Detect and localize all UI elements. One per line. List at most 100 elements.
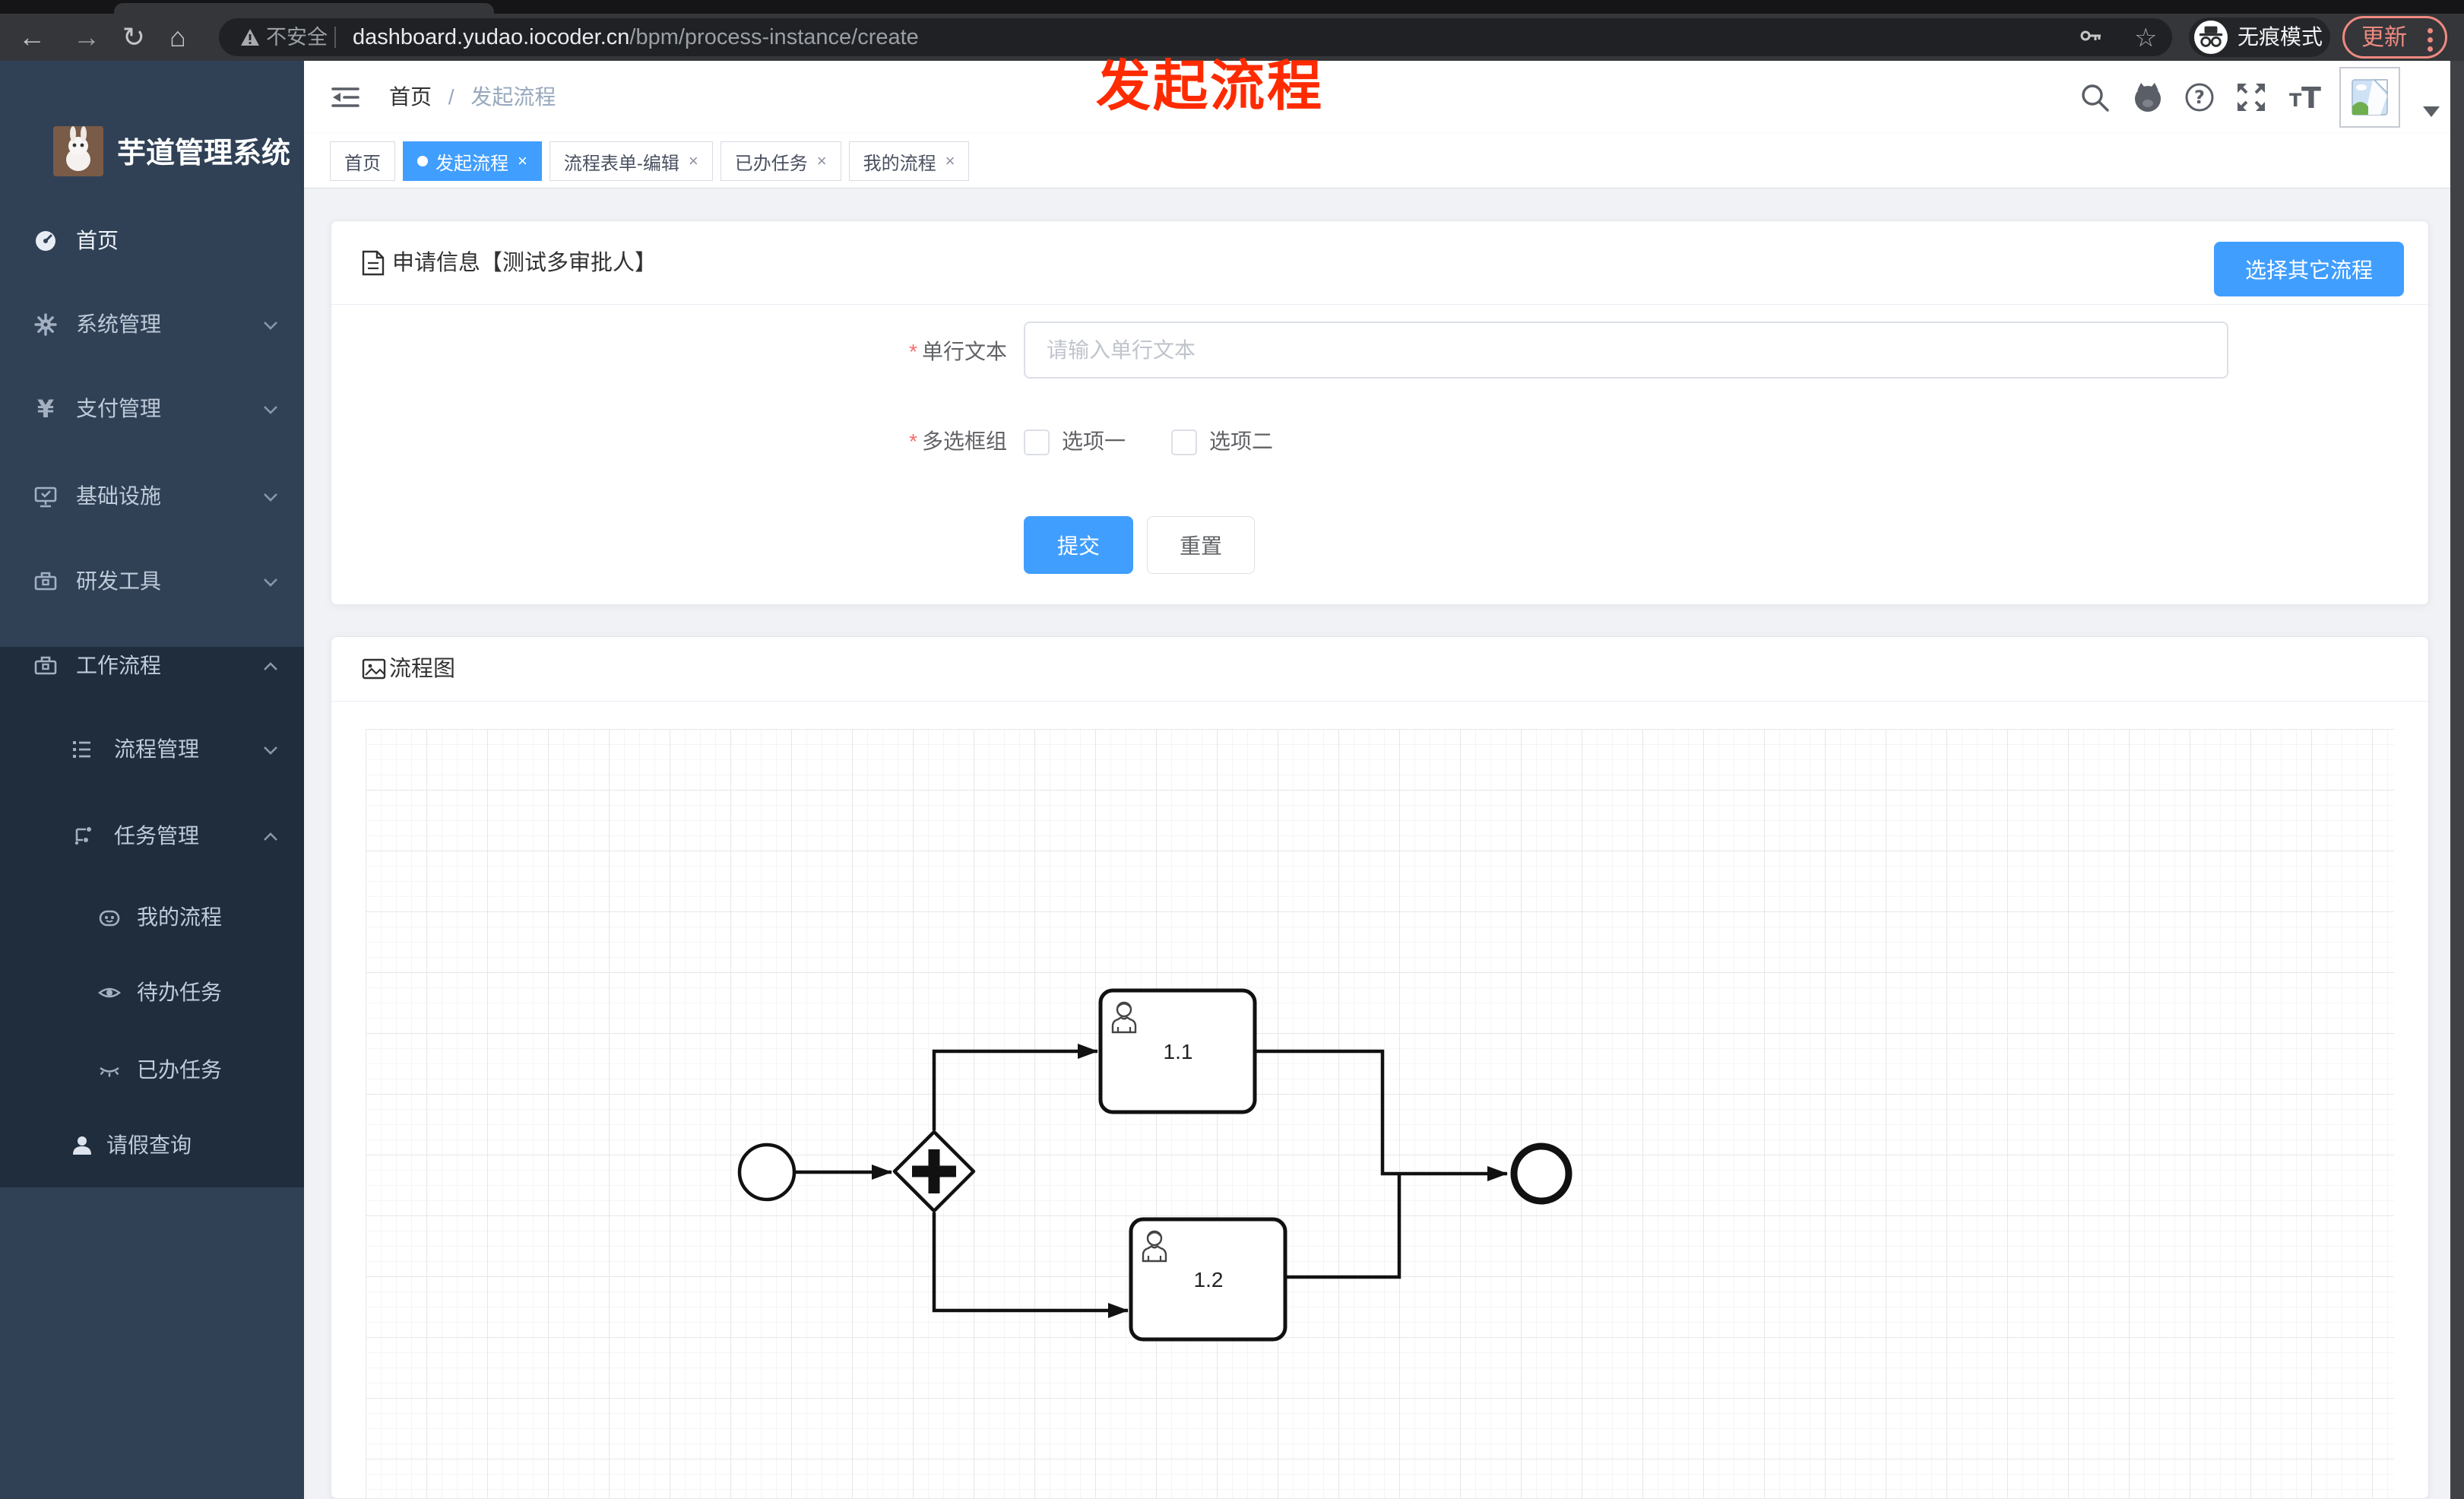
avatar[interactable]	[2339, 67, 2400, 128]
single-line-text-input-wrap	[1024, 322, 2228, 379]
close-icon[interactable]: ×	[518, 151, 527, 171]
svg-text:¥: ¥	[37, 397, 54, 421]
annotation-text: 发起流程	[1096, 56, 1325, 117]
incognito-badge: 无痕模式	[2189, 17, 2330, 57]
chevron-down-icon	[264, 578, 277, 587]
browser-active-tab[interactable]	[114, 3, 494, 14]
bpmn-canvas[interactable]: 1.1 1.2	[366, 729, 2394, 1498]
github-icon[interactable]	[2131, 81, 2165, 114]
app-navbar: 首页 / 发起流程 ? T T	[304, 61, 2464, 134]
sidebar-collapse-icon[interactable]	[331, 84, 360, 110]
browser-tabstrip	[0, 0, 2464, 14]
font-size-icon[interactable]: T T	[2288, 81, 2321, 114]
sidebar-item-infra[interactable]: 基础设施	[0, 455, 304, 538]
flow-icon	[74, 827, 91, 845]
reset-button[interactable]: 重置	[1147, 516, 1255, 574]
url-text[interactable]: dashboard.yudao.iocoder.cn/bpm/process-i…	[353, 18, 919, 56]
reload-icon[interactable]: ↻	[116, 19, 152, 55]
question-icon[interactable]: ?	[2183, 81, 2216, 114]
tag-done-task[interactable]: 已办任务 ×	[720, 141, 841, 181]
eye-open-icon	[98, 987, 121, 998]
security-label[interactable]: 不安全	[266, 18, 328, 56]
bookmark-star-icon[interactable]: ☆	[2134, 18, 2157, 56]
parallel-gateway[interactable]	[892, 1130, 976, 1213]
single-line-text-input[interactable]	[1047, 323, 2187, 377]
toolbox-icon	[34, 656, 57, 675]
chevron-up-icon	[264, 832, 277, 841]
sidebar-item-my-process[interactable]: 我的流程	[0, 876, 304, 959]
user-icon	[73, 1136, 91, 1155]
checkbox-label-option-1[interactable]: 选项一	[1062, 419, 1126, 464]
tag-form-edit[interactable]: 流程表单-编辑 ×	[549, 141, 713, 181]
sidebar-item-payment[interactable]: ¥ 支付管理	[0, 367, 304, 451]
back-icon[interactable]: ←	[14, 19, 50, 55]
flow-task1-end	[1255, 1049, 1508, 1181]
process-diagram-card: 流程图 1.1 1.2	[331, 636, 2429, 1499]
user-task-1-2[interactable]: 1.2	[1129, 1217, 1287, 1342]
face-icon	[99, 910, 120, 927]
sidebar-item-home[interactable]: 首页	[0, 199, 304, 283]
flow-gateway-task1	[932, 1044, 1098, 1130]
tag-create-process[interactable]: 发起流程 ×	[403, 141, 542, 181]
start-event[interactable]	[737, 1142, 797, 1202]
sidebar-item-task-mgmt[interactable]: 任务管理	[0, 794, 304, 878]
bpmn-diagram: 1.1 1.2	[737, 988, 1572, 1342]
active-dot-icon	[417, 156, 428, 166]
checkbox-option-1[interactable]	[1024, 429, 1050, 455]
home-icon[interactable]: ⌂	[160, 19, 196, 55]
urlbar-divider	[334, 27, 336, 48]
end-event[interactable]	[1510, 1142, 1572, 1205]
breadcrumb-home[interactable]: 首页	[389, 85, 432, 109]
field-label-text: * 单行文本	[909, 340, 1007, 363]
breadcrumb: 首页 / 发起流程	[389, 85, 556, 109]
forward-icon[interactable]: →	[68, 19, 105, 55]
app-logo-row[interactable]: 芋道管理系统	[0, 126, 304, 187]
monitor-icon	[34, 486, 57, 508]
document-icon	[362, 250, 385, 276]
avatar-dropdown-caret[interactable]	[2423, 106, 2440, 117]
card-title: 流程图	[389, 657, 456, 681]
tags-view-bar: 首页 发起流程 × 流程表单-编辑 × 已办任务 × 我的流程 ×	[304, 134, 2464, 189]
sidebar-item-workflow[interactable]: 工作流程	[0, 624, 304, 708]
task-label: 1.2	[1194, 1268, 1224, 1291]
sidebar-item-todo-task[interactable]: 待办任务	[0, 951, 304, 1035]
password-key-icon[interactable]	[2079, 27, 2102, 48]
close-icon[interactable]: ×	[689, 151, 698, 171]
submit-button[interactable]: 提交	[1024, 516, 1133, 574]
required-marker: *	[909, 429, 917, 453]
svg-text:?: ?	[2194, 87, 2205, 108]
sidebar-item-done-task[interactable]: 已办任务	[0, 1028, 304, 1112]
close-icon[interactable]: ×	[945, 151, 955, 171]
incognito-label: 无痕模式	[2238, 25, 2323, 49]
user-task-1-1[interactable]: 1.1	[1098, 988, 1257, 1114]
sidebar-item-process-mgmt[interactable]: 流程管理	[0, 708, 304, 791]
close-icon[interactable]: ×	[817, 151, 827, 171]
checkbox-option-2[interactable]	[1171, 429, 1197, 455]
task-label: 1.1	[1164, 1040, 1193, 1063]
choose-other-process-button[interactable]: 选择其它流程	[2213, 242, 2404, 296]
tree-list-icon	[73, 741, 90, 758]
fullscreen-icon[interactable]	[2234, 81, 2268, 114]
incognito-icon	[2194, 21, 2228, 54]
card-title: 申请信息【测试多审批人】	[392, 251, 657, 275]
eye-closed-icon	[100, 1067, 119, 1077]
sidebar-item-devtools[interactable]: 研发工具	[0, 540, 304, 623]
breadcrumb-current: 发起流程	[470, 85, 556, 109]
browser-menu-icon[interactable]	[2428, 28, 2433, 52]
tag-my-process[interactable]: 我的流程 ×	[848, 141, 970, 181]
broken-image-icon	[2352, 79, 2388, 116]
flow-gateway-task2	[932, 1212, 1129, 1318]
checkbox-label-option-2[interactable]: 选项二	[1209, 419, 1273, 464]
sidebar-item-leave-query[interactable]: 请假查询	[0, 1104, 304, 1187]
chevron-up-icon	[264, 662, 277, 670]
scrollbar[interactable]	[2450, 61, 2464, 1499]
sidebar-item-system[interactable]: 系统管理	[0, 283, 304, 366]
not-secure-warning-icon	[241, 29, 259, 46]
svg-text:T: T	[2289, 90, 2302, 111]
chevron-down-icon	[264, 493, 277, 502]
tag-home[interactable]: 首页	[330, 141, 395, 181]
sidebar: 芋道管理系统 首页 系统管理 ¥ 支付管理 基础设施 研发工具 工作流程 流程管…	[0, 61, 304, 1499]
gear-icon	[34, 313, 57, 336]
search-icon[interactable]	[2078, 81, 2111, 114]
update-button[interactable]: 更新	[2342, 16, 2447, 59]
